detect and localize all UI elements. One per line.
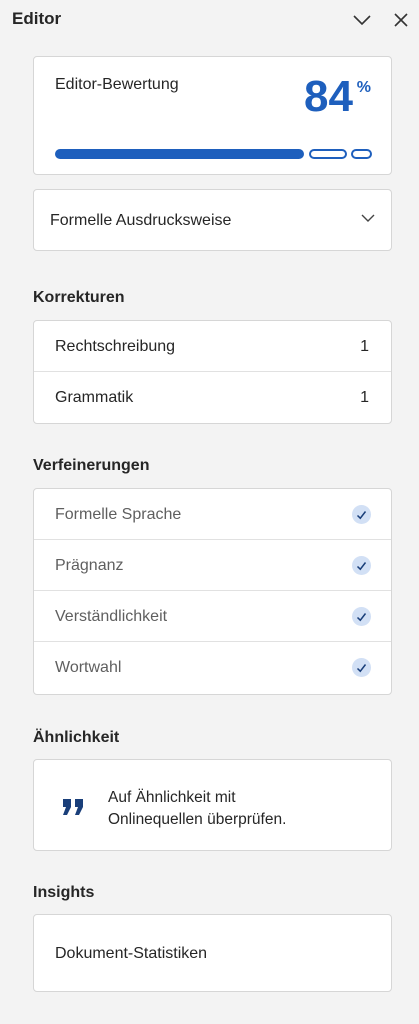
- checkmark-icon: [352, 556, 371, 575]
- correction-item-grammar[interactable]: Grammatik 1: [34, 372, 391, 423]
- chevron-down-icon: [353, 15, 371, 26]
- corrections-list: Rechtschreibung 1 Grammatik 1: [33, 320, 392, 424]
- collapse-pane-button[interactable]: [350, 8, 374, 32]
- refinement-item-conciseness[interactable]: Prägnanz: [34, 540, 391, 591]
- checkmark-icon: [352, 658, 371, 677]
- correction-item-spelling[interactable]: Rechtschreibung 1: [34, 321, 391, 372]
- quote-icon: [63, 799, 83, 815]
- corrections-heading: Korrekturen: [33, 289, 125, 306]
- score-progress-remaining-segment: [351, 149, 372, 159]
- score-unit: %: [356, 79, 371, 96]
- refinements-heading: Verfeinerungen: [33, 457, 150, 474]
- similarity-line-1: Auf Ähnlichkeit mit: [108, 789, 236, 806]
- refinement-label: Wortwahl: [55, 659, 122, 676]
- document-statistics-button[interactable]: Dokument-Statistiken: [33, 914, 392, 992]
- correction-label: Rechtschreibung: [55, 338, 176, 355]
- refinement-label: Verständlichkeit: [55, 608, 168, 625]
- score-label: Editor-Bewertung: [55, 76, 179, 93]
- refinement-item-formal-language[interactable]: Formelle Sprache: [34, 489, 391, 540]
- refinements-list: Formelle Sprache Prägnanz Verständlichke…: [33, 488, 392, 695]
- editor-score-card: Editor-Bewertung 84 %: [33, 56, 392, 175]
- similarity-description: Auf Ähnlichkeit mit Onlinequellen überpr…: [108, 787, 368, 831]
- correction-count: 1: [360, 389, 369, 406]
- similarity-check-button[interactable]: Auf Ähnlichkeit mit Onlinequellen überpr…: [33, 759, 392, 851]
- insights-heading: Insights: [33, 884, 95, 901]
- score-progress-bar: [55, 149, 372, 159]
- checkmark-icon: [352, 607, 371, 626]
- pane-title: Editor: [12, 9, 62, 28]
- refinement-item-clarity[interactable]: Verständlichkeit: [34, 591, 391, 642]
- refinement-label: Prägnanz: [55, 557, 124, 574]
- score-progress-fill: [55, 149, 304, 159]
- score-progress-remaining-segment: [309, 149, 347, 159]
- score-value: 84: [304, 72, 353, 121]
- writing-style-dropdown[interactable]: Formelle Ausdrucksweise: [33, 189, 392, 251]
- checkmark-icon: [352, 505, 371, 524]
- correction-count: 1: [360, 338, 369, 355]
- document-statistics-label: Dokument-Statistiken: [55, 945, 208, 962]
- close-pane-button[interactable]: [389, 8, 413, 32]
- pane-header: Editor: [0, 0, 419, 40]
- similarity-heading: Ähnlichkeit: [33, 729, 120, 746]
- similarity-line-2: Onlinequellen überprüfen.: [108, 811, 287, 828]
- refinement-label: Formelle Sprache: [55, 506, 182, 523]
- refinement-item-vocabulary[interactable]: Wortwahl: [34, 642, 391, 693]
- writing-style-value: Formelle Ausdrucksweise: [50, 212, 232, 229]
- correction-label: Grammatik: [55, 389, 134, 406]
- close-icon: [394, 13, 408, 27]
- chevron-down-icon: [361, 214, 375, 222]
